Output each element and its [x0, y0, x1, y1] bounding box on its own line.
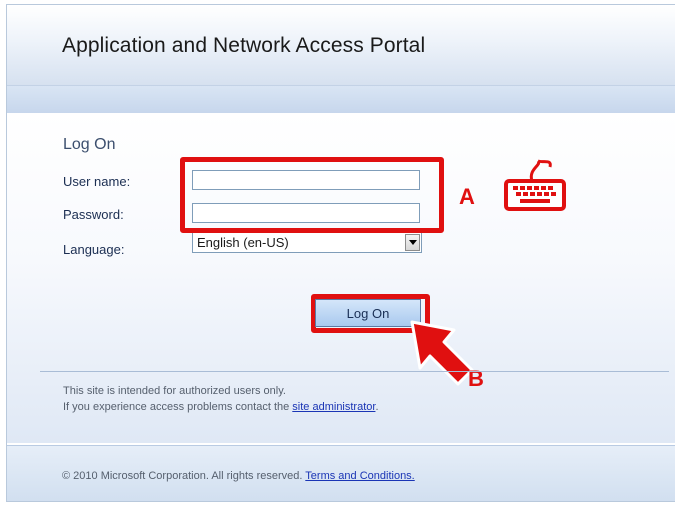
page-footer: © 2010 Microsoft Corporation. All rights… — [7, 445, 675, 501]
annotation-label-a: A — [459, 184, 475, 209]
page-title: Application and Network Access Portal — [62, 34, 426, 57]
language-selected-value: English (en-US) — [197, 235, 289, 250]
copyright-text: © 2010 Microsoft Corporation. All rights… — [62, 470, 306, 482]
notice-line-2-prefix: If you experience access problems contac… — [63, 401, 293, 413]
pointer-arrow-icon — [396, 316, 476, 388]
chevron-down-icon[interactable] — [405, 234, 420, 251]
notice-line-1: This site is intended for authorized use… — [63, 385, 286, 397]
notice-line-2-suffix: . — [375, 401, 379, 413]
logon-heading: Log On — [63, 136, 116, 153]
terms-link[interactable]: Terms and Conditions. — [305, 470, 414, 482]
annotation-box-a — [180, 157, 444, 233]
keyboard-icon[interactable] — [498, 159, 568, 211]
notice-divider — [40, 371, 669, 372]
portal-header: Application and Network Access Portal — [7, 5, 675, 85]
annotation-label-b: B — [468, 366, 484, 391]
notice-line-2: If you experience access problems contac… — [63, 401, 379, 413]
language-select[interactable]: English (en-US) — [192, 232, 422, 253]
language-label: Language: — [63, 242, 125, 257]
site-administrator-link[interactable]: site administrator — [292, 401, 375, 413]
footer-copyright: © 2010 Microsoft Corporation. All rights… — [62, 470, 415, 482]
header-strip — [7, 85, 675, 115]
username-label: User name: — [63, 174, 131, 189]
password-label: Password: — [63, 207, 124, 222]
